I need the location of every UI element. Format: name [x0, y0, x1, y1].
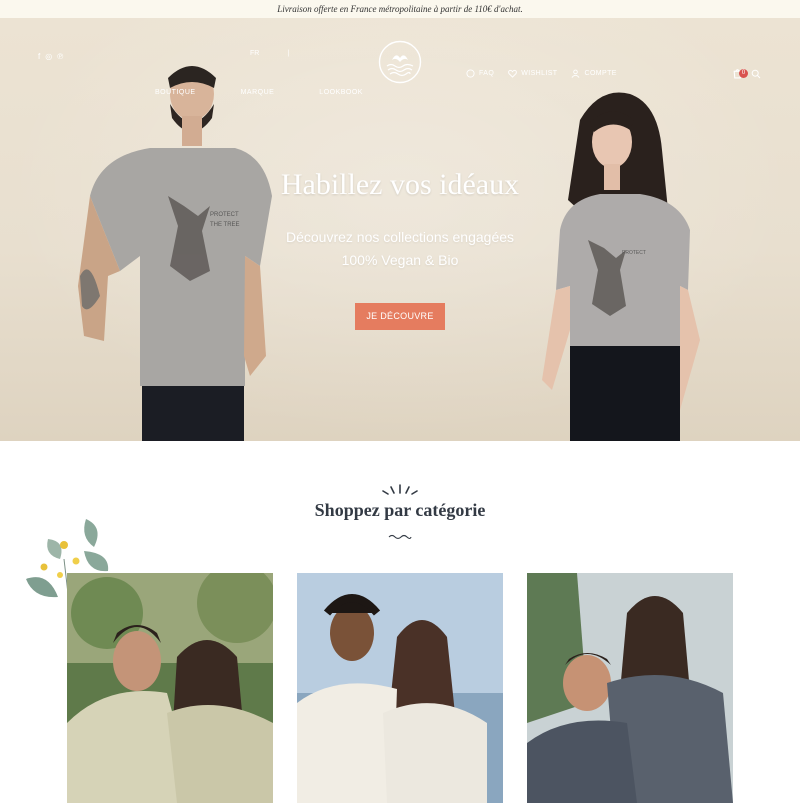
hero-subtitle-line2: 100% Vegan & Bio — [341, 252, 459, 268]
search-icon[interactable] — [751, 69, 761, 79]
category-card-hoodies[interactable] — [527, 573, 733, 803]
faq-link[interactable]: FAQ — [466, 69, 494, 78]
language-separator: | — [287, 50, 290, 57]
hero-subtitle: Découvrez nos collections engagées 100% … — [230, 226, 570, 272]
account-link[interactable]: COMPTE — [571, 69, 616, 78]
facebook-icon[interactable]: f — [38, 52, 40, 61]
hero-subtitle-line1: Découvrez nos collections engagées — [285, 229, 515, 245]
brand-logo[interactable] — [378, 40, 422, 84]
sun-rays-icon — [382, 484, 418, 495]
announcement-text: Livraison offerte en France métropolitai… — [277, 4, 523, 14]
category-card-sweatshirts[interactable] — [297, 573, 503, 803]
faq-label: FAQ — [479, 70, 495, 77]
nav-boutique[interactable]: BOUTIQUE — [155, 89, 196, 96]
help-icon — [466, 69, 475, 78]
heart-icon — [508, 69, 518, 78]
svg-text:PROTECT: PROTECT — [622, 250, 646, 256]
announcement-bar: Livraison offerte en France métropolitai… — [0, 0, 800, 18]
hero-banner: PROTECT THE TREE PROTECT f ◎ ℗ FR | BOUT… — [0, 18, 800, 441]
category-image-tshirts — [67, 573, 273, 803]
category-card-tshirts[interactable] — [67, 573, 273, 803]
language-switcher[interactable]: FR | — [250, 50, 289, 57]
category-section-title: Shoppez par catégorie — [314, 500, 486, 520]
category-image-hoodies — [527, 573, 733, 803]
svg-text:PROTECT: PROTECT — [210, 212, 239, 218]
pinterest-icon[interactable]: ℗ — [57, 52, 63, 61]
wave-divider-icon — [388, 534, 412, 540]
wishlist-label: WISHLIST — [521, 70, 558, 77]
instagram-icon[interactable]: ◎ — [45, 52, 52, 61]
social-links: f ◎ ℗ — [38, 52, 63, 61]
discover-button[interactable]: JE DÉCOUVRE — [355, 303, 445, 330]
account-label: COMPTE — [584, 70, 617, 77]
nav-marque[interactable]: MARQUE — [241, 89, 275, 96]
utility-nav: FAQ WISHLIST COMPTE — [466, 69, 617, 78]
category-image-sweatshirts — [297, 573, 503, 803]
cart-count-badge: 0 — [739, 69, 748, 78]
language-current[interactable]: FR — [250, 50, 259, 57]
hero-title: Habillez vos idéaux — [280, 168, 520, 201]
user-icon — [572, 69, 580, 78]
nav-lookbook[interactable]: LOOKBOOK — [319, 89, 363, 96]
wishlist-link[interactable]: WISHLIST — [508, 69, 557, 78]
main-nav: BOUTIQUE MARQUE LOOKBOOK — [155, 89, 363, 96]
